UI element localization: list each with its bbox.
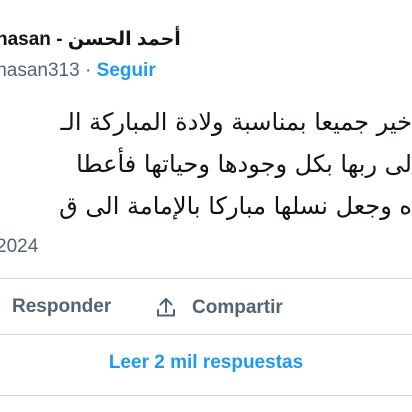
share-label: Compartir — [192, 297, 283, 318]
tweet-date[interactable]: 2024 — [0, 236, 38, 258]
share-icon — [157, 298, 175, 317]
handle-separator-dot: · — [79, 60, 97, 81]
author-name-latin: hasan — [0, 29, 51, 50]
read-replies-link[interactable]: Leer 2 mil respuestas — [0, 352, 412, 374]
author-handle[interactable]: lhasan313 — [0, 60, 80, 81]
divider — [0, 334, 412, 335]
reply-label: Responder — [12, 296, 112, 317]
tweet-text-line-2: لى ربها بكل وجودها وحياتها فأعطا — [76, 150, 412, 178]
follow-button[interactable]: Seguir — [97, 60, 156, 81]
handle-row: lhasan313 · Seguir — [0, 60, 156, 82]
author-name[interactable]: hasan - أحمد الحسن — [0, 28, 181, 51]
tweet-text-line-3: ه وجعل نسلها مباركا بالإمامة الى ق — [59, 192, 412, 220]
share-button[interactable]: Compartir — [154, 296, 283, 320]
divider — [0, 278, 412, 279]
reply-button[interactable]: Responder — [12, 296, 111, 318]
author-name-arabic: أحمد الحسن — [67, 29, 181, 50]
tweet-text-line-1: خير جميعا بمناسبة ولادة المباركة الـ — [60, 108, 412, 136]
author-name-separator: - — [50, 29, 68, 50]
divider — [0, 395, 412, 396]
